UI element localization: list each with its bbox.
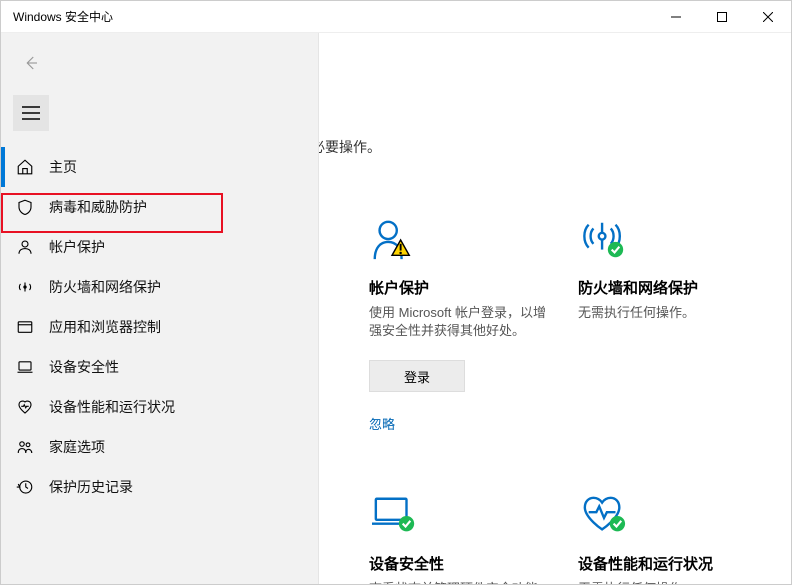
card-desc: 查看状态并管理硬件安全功能。 [369, 580, 552, 584]
sidebar-item-home[interactable]: 主页 [1, 147, 318, 187]
family-icon [15, 438, 35, 456]
sidebar-item-label: 设备性能和运行状况 [49, 397, 175, 417]
card-device-health[interactable]: 设备性能和运行状况 无需执行任何操作。 [578, 489, 761, 584]
card-desc: 无需执行任何操作。 [578, 304, 761, 322]
sidebar-item-label: 保护历史记录 [49, 477, 133, 497]
device-icon [15, 358, 35, 376]
card-account[interactable]: 帐户保护 使用 Microsoft 帐户登录，以增强安全性并获得其他好处。 登录… [369, 213, 552, 433]
sidebar-item-label: 帐户保护 [49, 237, 105, 257]
sidebar-item-label: 防火墙和网络保护 [49, 277, 161, 297]
card-title: 防火墙和网络保护 [578, 277, 761, 298]
card-title: 设备安全性 [369, 553, 552, 574]
history-icon [15, 478, 35, 496]
card-title: 帐户保护 [369, 277, 552, 298]
card-firewall[interactable]: 防火墙和网络保护 无需执行任何操作。 [578, 213, 761, 433]
dismiss-link[interactable]: 忽略 [369, 414, 395, 433]
sidebar-item-label: 应用和浏览器控制 [49, 317, 161, 337]
sidebar: 主页 病毒和威胁防护 帐户保护 [1, 33, 319, 584]
content-area: 帐户保护 使用 Microsoft 帐户登录，以增强安全性并获得其他好处。 登录… [319, 33, 791, 584]
window-title: Windows 安全中心 [13, 8, 653, 25]
card-account-icon [369, 213, 552, 263]
sidebar-item-virus[interactable]: 病毒和威胁防护 [1, 187, 318, 227]
sidebar-item-device-health[interactable]: 设备性能和运行状况 [1, 387, 318, 427]
maximize-button[interactable] [699, 1, 745, 33]
sidebar-item-label: 主页 [49, 157, 77, 177]
titlebar: Windows 安全中心 [1, 1, 791, 33]
sidebar-list: 主页 病毒和威胁防护 帐户保护 [1, 147, 318, 507]
window-body: 必要操作。 主页 [1, 33, 791, 584]
card-device-security[interactable]: 设备安全性 查看状态并管理硬件安全功能。 [369, 489, 552, 584]
sidebar-top [1, 33, 318, 147]
wifi-icon [15, 278, 35, 296]
card-device-icon [369, 489, 552, 539]
sidebar-item-label: 设备安全性 [49, 357, 119, 377]
card-health-icon [578, 489, 761, 539]
sidebar-item-device-security[interactable]: 设备安全性 [1, 347, 318, 387]
home-icon [15, 158, 35, 176]
signin-button[interactable]: 登录 [369, 360, 465, 392]
sidebar-item-app-browser[interactable]: 应用和浏览器控制 [1, 307, 318, 347]
app-window: Windows 安全中心 必要操作。 [0, 0, 792, 585]
sidebar-item-label: 家庭选项 [49, 437, 105, 457]
cards-row-1: 帐户保护 使用 Microsoft 帐户登录，以增强安全性并获得其他好处。 登录… [349, 213, 761, 433]
card-title: 设备性能和运行状况 [578, 553, 761, 574]
sidebar-item-account[interactable]: 帐户保护 [1, 227, 318, 267]
shield-icon [15, 198, 35, 216]
sidebar-item-history[interactable]: 保护历史记录 [1, 467, 318, 507]
sidebar-item-family[interactable]: 家庭选项 [1, 427, 318, 467]
minimize-button[interactable] [653, 1, 699, 33]
card-desc: 使用 Microsoft 帐户登录，以增强安全性并获得其他好处。 [369, 304, 552, 340]
browser-icon [15, 318, 35, 336]
hamburger-button[interactable] [13, 95, 49, 131]
heart-icon [15, 398, 35, 416]
close-button[interactable] [745, 1, 791, 33]
user-icon [15, 238, 35, 256]
sidebar-item-label: 病毒和威胁防护 [49, 197, 147, 217]
card-desc: 无需执行任何操作。 [578, 580, 761, 584]
sidebar-item-firewall[interactable]: 防火墙和网络保护 [1, 267, 318, 307]
cards-row-2: 设备安全性 查看状态并管理硬件安全功能。 设备性能和运行状况 无需执 [349, 489, 761, 584]
back-button[interactable] [13, 49, 49, 77]
card-firewall-icon [578, 213, 761, 263]
